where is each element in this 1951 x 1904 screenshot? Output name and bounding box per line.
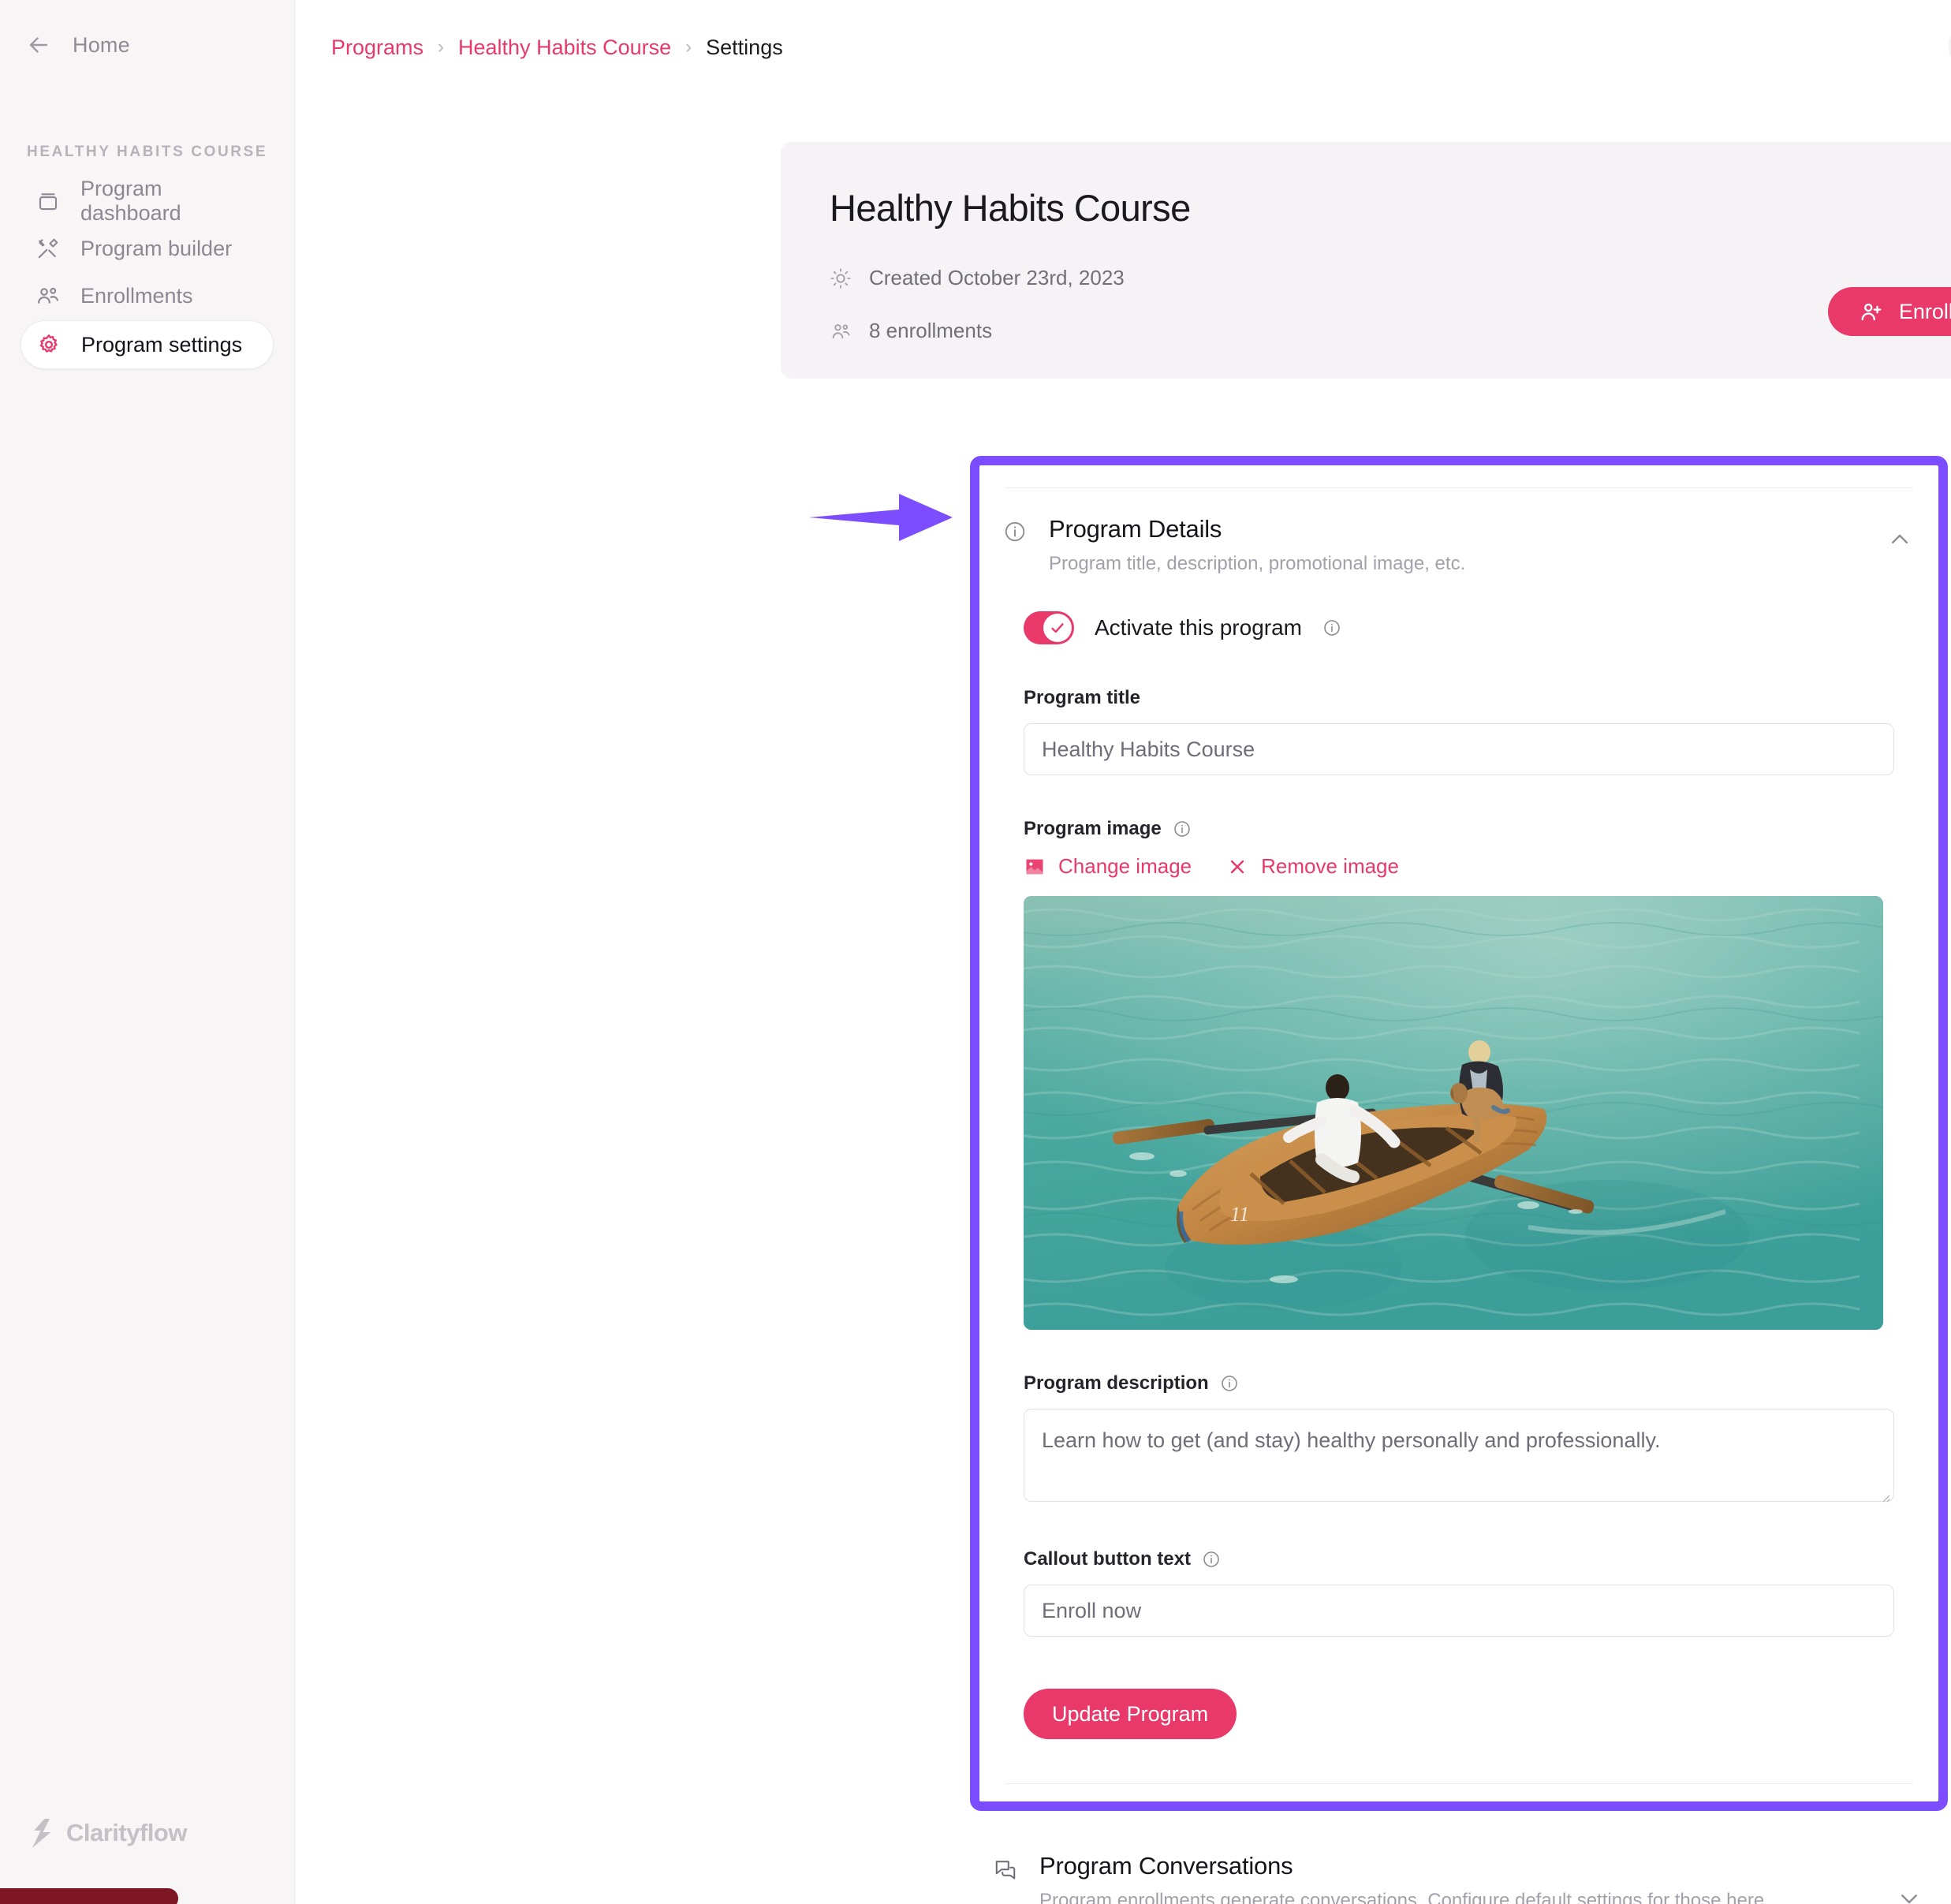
page-title: Healthy Habits Course bbox=[830, 187, 1191, 229]
sidebar-item-program-settings[interactable]: Program settings bbox=[21, 320, 274, 369]
chevron-up-icon[interactable] bbox=[1888, 528, 1912, 551]
change-image-button[interactable]: Change image bbox=[1024, 854, 1192, 879]
program-details-panel-wrap: Program Details Program title, descripti… bbox=[970, 456, 1948, 1811]
breadcrumb-item-course[interactable]: Healthy Habits Course bbox=[458, 35, 671, 60]
info-circle-icon[interactable] bbox=[1173, 819, 1192, 838]
topbar: Programs › Healthy Habits Course › Setti… bbox=[295, 0, 1951, 95]
activate-program-label: Activate this program bbox=[1095, 615, 1302, 640]
callout-button-text-field: Callout button text bbox=[1024, 1548, 1938, 1637]
archive-box-icon bbox=[36, 189, 60, 213]
program-image-label: Program image bbox=[1024, 818, 1894, 840]
change-image-label: Change image bbox=[1058, 854, 1192, 878]
breadcrumb-item-programs[interactable]: Programs bbox=[331, 35, 423, 60]
app-root: Home HEALTHY HABITS COURSE Program dashb… bbox=[0, 0, 1951, 1904]
image-actions: Change image Remove image bbox=[1024, 854, 1894, 879]
toast-notification-sliver[interactable] bbox=[0, 1888, 178, 1904]
sidebar-back-label: Home bbox=[73, 32, 130, 57]
created-text: Created October 23rd, 2023 bbox=[869, 266, 1125, 289]
image-icon bbox=[1024, 856, 1046, 878]
tools-icon bbox=[36, 237, 60, 260]
remove-image-button[interactable]: Remove image bbox=[1226, 854, 1399, 879]
sidebar-section-label: HEALTHY HABITS COURSE bbox=[27, 144, 268, 160]
info-circle-icon bbox=[1003, 520, 1027, 543]
right-arrow-annotation-icon bbox=[809, 494, 953, 541]
sidebar: Home HEALTHY HABITS COURSE Program dashb… bbox=[0, 0, 295, 1904]
resize-handle-icon[interactable] bbox=[1878, 1491, 1891, 1503]
sidebar-item-label: Enrollments bbox=[80, 283, 193, 308]
callout-button-text-input[interactable] bbox=[1024, 1585, 1894, 1637]
brand-footer[interactable]: Clarityflow bbox=[28, 1819, 187, 1848]
program-description-textarea[interactable] bbox=[1024, 1409, 1894, 1502]
section-title: Program Conversations bbox=[1039, 1852, 1293, 1880]
user-plus-icon bbox=[1860, 300, 1883, 323]
breadcrumb-separator: › bbox=[685, 36, 692, 58]
info-circle-icon[interactable] bbox=[1322, 618, 1341, 637]
program-details-form: Activate this program Program title Heal… bbox=[979, 575, 1938, 1739]
section-subtitle: Program enrollments generate conversatio… bbox=[1039, 1890, 1770, 1904]
enroll-someone-label: Enroll someone... bbox=[1898, 299, 1951, 323]
program-title-label: Program title bbox=[1024, 687, 1141, 708]
gear-icon bbox=[37, 333, 61, 357]
program-title-field: Program title bbox=[1024, 687, 1938, 775]
activate-program-row: Activate this program bbox=[1024, 611, 1938, 644]
sidebar-item-label: Program builder bbox=[80, 236, 233, 260]
breadcrumb: Programs › Healthy Habits Course › Setti… bbox=[331, 35, 783, 60]
program-title-input[interactable] bbox=[1024, 723, 1894, 775]
arrow-left-icon bbox=[25, 32, 52, 58]
chat-bubbles-icon bbox=[994, 1857, 1017, 1880]
enrollments-meta: 8 enrollments bbox=[830, 319, 1951, 343]
chevron-down-icon[interactable] bbox=[1897, 1887, 1921, 1904]
sidebar-item-enrollments[interactable]: Enrollments bbox=[21, 273, 274, 319]
sidebar-item-program-dashboard[interactable]: Program dashboard bbox=[21, 177, 274, 225]
sidebar-nav: Program dashboard Program builder Enroll… bbox=[0, 177, 294, 369]
program-header-card: Healthy Habits Course Created October 23… bbox=[781, 142, 1951, 379]
sidebar-item-program-builder[interactable]: Program builder bbox=[21, 226, 274, 271]
remove-image-label: Remove image bbox=[1261, 854, 1399, 878]
users-icon bbox=[36, 284, 60, 308]
close-icon bbox=[1226, 856, 1248, 878]
update-program-button[interactable]: Update Program bbox=[1024, 1689, 1237, 1739]
info-circle-icon[interactable] bbox=[1220, 1374, 1239, 1393]
activate-program-toggle[interactable] bbox=[1024, 611, 1074, 644]
svg-text:11: 11 bbox=[1230, 1203, 1249, 1226]
program-image-preview[interactable]: 11 bbox=[1024, 896, 1883, 1330]
sidebar-item-label: Program dashboard bbox=[80, 177, 181, 225]
sun-icon bbox=[830, 267, 852, 289]
sidebar-item-label: Program settings bbox=[81, 332, 243, 357]
enroll-someone-button[interactable]: Enroll someone... bbox=[1827, 287, 1951, 336]
main-content: Programs › Healthy Habits Course › Setti… bbox=[295, 0, 1951, 1904]
section-title: Program Details bbox=[1049, 515, 1222, 543]
callout-button-text-label: Callout button text bbox=[1024, 1548, 1894, 1570]
program-details-header[interactable]: Program Details Program title, descripti… bbox=[979, 488, 1938, 575]
section-subtitle: Program title, description, promotional … bbox=[1049, 553, 1466, 574]
brand-name: Clarityflow bbox=[66, 1819, 187, 1846]
program-details-panel: Program Details Program title, descripti… bbox=[970, 456, 1948, 1811]
created-meta: Created October 23rd, 2023 bbox=[830, 266, 1951, 290]
program-conversations-header[interactable]: Program Conversations Program enrollment… bbox=[970, 1852, 1948, 1904]
program-description-field: Program description bbox=[1024, 1372, 1938, 1506]
clarityflow-logo-icon bbox=[28, 1819, 55, 1848]
breadcrumb-separator: › bbox=[438, 36, 445, 58]
program-description-label: Program description bbox=[1024, 1372, 1894, 1394]
check-icon bbox=[1049, 619, 1066, 637]
enrollments-text: 8 enrollments bbox=[869, 319, 993, 342]
info-circle-icon[interactable] bbox=[1202, 1550, 1221, 1569]
program-image-field: Program image Change image Remove image … bbox=[1024, 818, 1938, 1330]
users-icon bbox=[830, 320, 852, 342]
sidebar-back-home[interactable]: Home bbox=[0, 0, 294, 58]
breadcrumb-item-settings: Settings bbox=[706, 35, 783, 59]
